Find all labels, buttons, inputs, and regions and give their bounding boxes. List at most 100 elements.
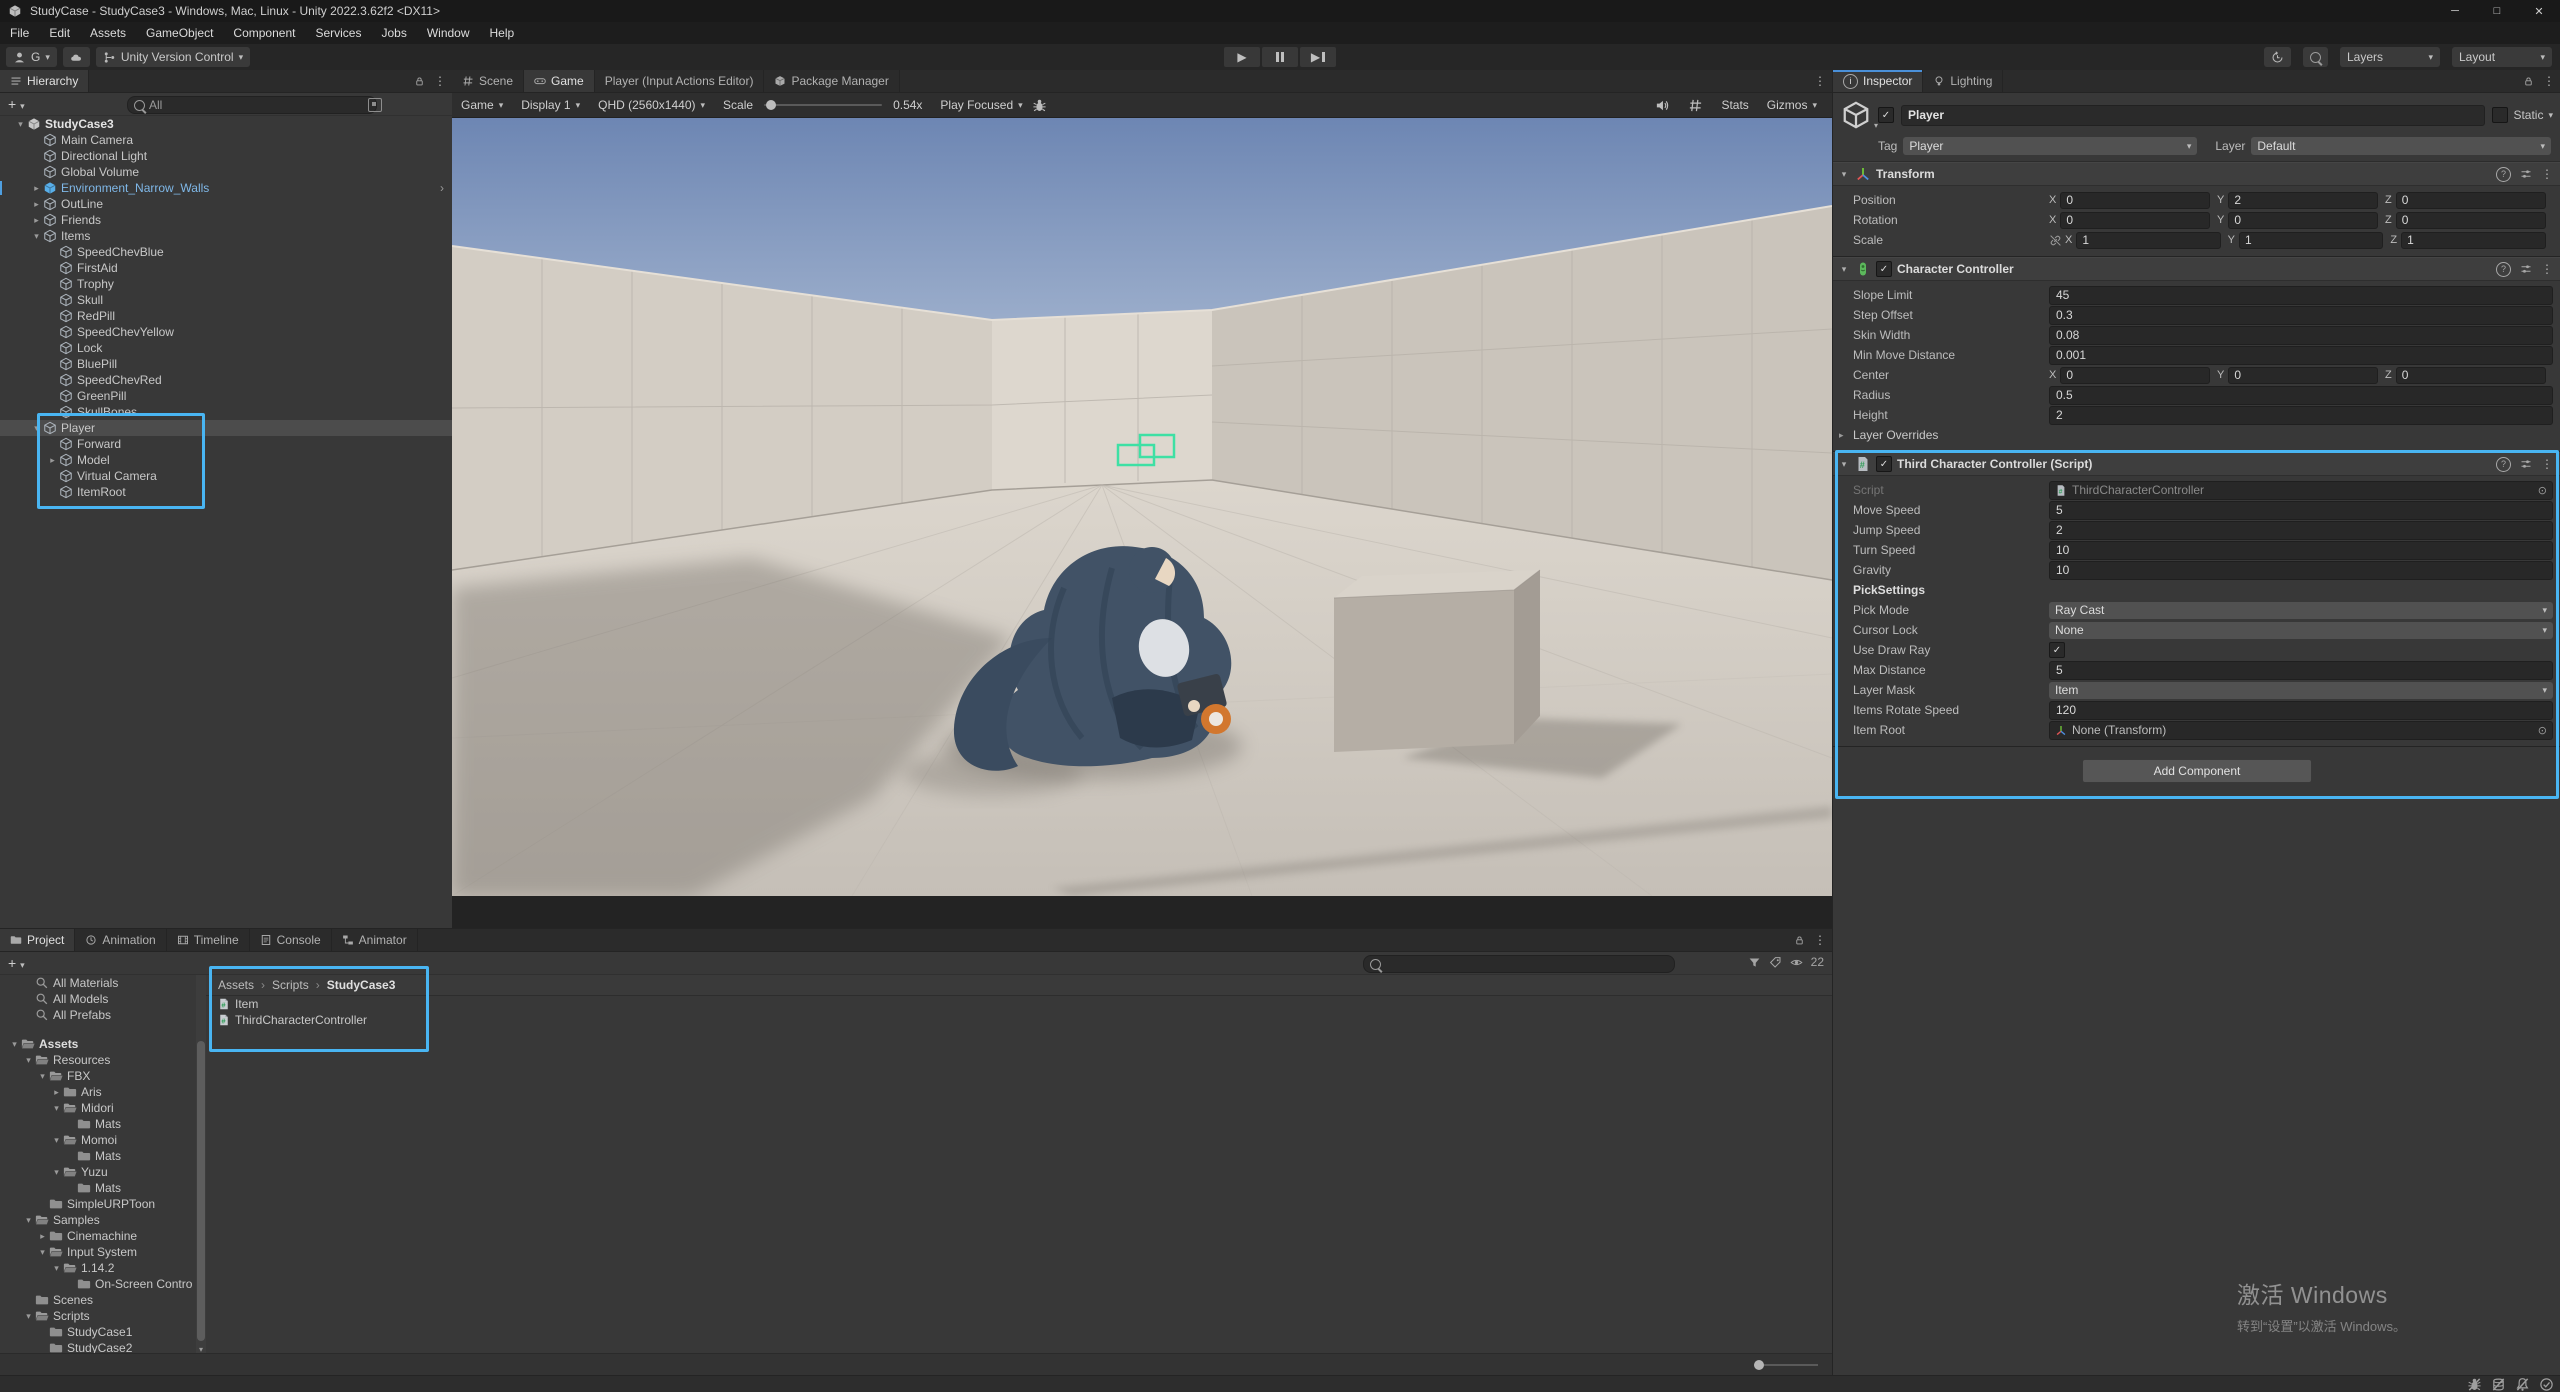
menu-item[interactable]: GameObject [136,22,223,44]
version-control-button[interactable]: Unity Version Control ▾ [96,47,250,67]
hierarchy-item[interactable]: ItemRoot › [0,484,452,500]
component-enabled-checkbox[interactable]: ✓ [1876,261,1892,277]
menu-item[interactable]: Edit [39,22,80,44]
menu-item[interactable]: Component [223,22,305,44]
menu-item[interactable]: Assets [80,22,136,44]
hierarchy-item[interactable]: Lock › [0,340,452,356]
expand-arrow-icon[interactable] [8,1039,21,1050]
hierarchy-item[interactable]: Main Camera › [0,132,452,148]
expand-arrow-icon[interactable] [30,215,43,226]
minimize-button[interactable]: ─ [2434,0,2476,22]
expand-arrow-icon[interactable] [14,119,27,130]
project-tree-item[interactable]: All Materials [0,975,196,991]
expand-arrow-icon[interactable] [22,1055,35,1066]
debugger-disabled-icon[interactable] [2467,1377,2482,1392]
zoom-slider-knob[interactable] [1754,1360,1764,1370]
static-checkbox[interactable] [2492,107,2508,123]
project-tree-item[interactable]: 1.14.2 [0,1260,196,1276]
hierarchy-search-field[interactable]: All [127,96,377,114]
hierarchy-item[interactable]: SpeedChevBlue › [0,244,452,260]
expand-arrow-icon[interactable] [50,1167,63,1178]
expand-arrow-icon[interactable] [50,1263,63,1274]
value-field[interactable]: 2 [2049,406,2553,425]
object-field[interactable]: None (Transform)⊙ [2049,721,2553,740]
gameobject-name-field[interactable]: Player [1901,105,2485,126]
menu-item[interactable]: Jobs [371,22,416,44]
search-by-type-icon[interactable] [1748,956,1761,969]
hierarchy-item[interactable]: Skull › [0,292,452,308]
value-field[interactable]: 45 [2049,286,2553,305]
lock-icon[interactable] [2523,76,2534,87]
project-tree-item[interactable]: Mats [0,1148,196,1164]
expand-arrow-icon[interactable] [50,1135,63,1146]
value-field[interactable]: 5 [2049,661,2553,680]
value-field[interactable]: 120 [2049,701,2553,720]
help-icon[interactable]: ? [2496,167,2511,182]
object-picker-icon[interactable]: ⊙ [2538,724,2547,737]
file-item[interactable]: ThirdCharacterController [206,1012,1832,1028]
kebab-menu-icon[interactable]: ⋮ [2541,167,2553,181]
z-field[interactable]: 0 [2396,212,2546,229]
hidden-packages-eye-icon[interactable] [1790,956,1803,969]
value-field[interactable]: 0.001 [2049,346,2553,365]
hierarchy-item[interactable]: Items › [0,228,452,244]
dropdown-field[interactable]: None▾ [2049,622,2553,639]
add-component-button[interactable]: Add Component [2082,759,2312,783]
tab-console[interactable]: Console [250,929,332,951]
prefab-open-chevron-icon[interactable]: › [440,181,444,195]
tab-game[interactable]: Game [524,70,595,92]
maximize-button[interactable]: □ [2476,0,2518,22]
tab-package-manager[interactable]: Package Manager [764,70,899,92]
y-field[interactable]: 2 [2228,192,2378,209]
project-tree-item[interactable]: All Models [0,991,196,1007]
project-tree-item[interactable]: Assets [0,1036,196,1052]
link-off-icon[interactable] [2049,234,2062,247]
third-character-controller-header[interactable]: ▾ ✓ Third Character Controller (Script) … [1833,452,2560,476]
kebab-menu-icon[interactable]: ⋮ [1814,933,1826,947]
project-tree-item[interactable]: Aris [0,1084,196,1100]
value-field[interactable]: 5 [2049,501,2553,520]
value-field[interactable]: 0.5 [2049,386,2553,405]
dropdown-field[interactable]: Item▾ [2049,682,2553,699]
menu-item[interactable]: Services [305,22,371,44]
hierarchy-item[interactable]: OutLine › [0,196,452,212]
tab-animator[interactable]: Animator [332,929,418,951]
step-button[interactable]: ▶ [1300,47,1336,67]
project-tree-item[interactable]: Yuzu [0,1164,196,1180]
project-tree-item[interactable]: Mats [0,1116,196,1132]
presets-icon[interactable] [2520,168,2532,180]
menu-item[interactable]: Window [417,22,480,44]
search-window-icon[interactable] [368,98,382,112]
project-tree-item[interactable]: Cinemachine [0,1228,196,1244]
project-tree-item[interactable]: Resources [0,1052,196,1068]
layer-dropdown[interactable]: Default▾ [2251,137,2551,155]
gizmos-dropdown[interactable]: Gizmos▾ [1758,93,1826,117]
project-tree-item[interactable]: SimpleURPToon [0,1196,196,1212]
project-tree-item[interactable]: Samples [0,1212,196,1228]
help-icon[interactable]: ? [2496,262,2511,277]
kebab-menu-icon[interactable]: ⋮ [2541,262,2553,276]
expand-arrow-icon[interactable] [36,1247,49,1258]
expand-arrow-icon[interactable] [36,1071,49,1082]
add-object-button[interactable]: + ▾ [8,96,25,112]
tab-hierarchy[interactable]: Hierarchy [0,70,89,92]
notifications-muted-icon[interactable] [2515,1377,2530,1392]
hierarchy-item[interactable]: RedPill › [0,308,452,324]
search-button[interactable] [2303,47,2328,67]
kebab-menu-icon[interactable]: ⋮ [2541,457,2553,471]
hierarchy-item[interactable]: Player › [0,420,452,436]
x-field[interactable]: 1 [2076,232,2220,249]
scale-slider-track[interactable] [764,104,882,106]
hierarchy-item[interactable]: Directional Light › [0,148,452,164]
expand-arrow-icon[interactable] [30,231,43,242]
cloud-button[interactable] [63,47,90,67]
project-tree-item[interactable]: On-Screen Contro [0,1276,196,1292]
close-button[interactable]: ✕ [2518,0,2560,22]
create-asset-button[interactable]: + ▾ [8,955,25,971]
value-field[interactable]: 0.3 [2049,306,2553,325]
x-field[interactable]: 0 [2060,367,2210,384]
foldout-arrow-icon[interactable]: ▾ [1838,264,1850,275]
project-tree-item[interactable]: Midori [0,1100,196,1116]
debug-bug-icon[interactable] [1032,98,1047,113]
cache-server-disabled-icon[interactable] [2491,1377,2506,1392]
